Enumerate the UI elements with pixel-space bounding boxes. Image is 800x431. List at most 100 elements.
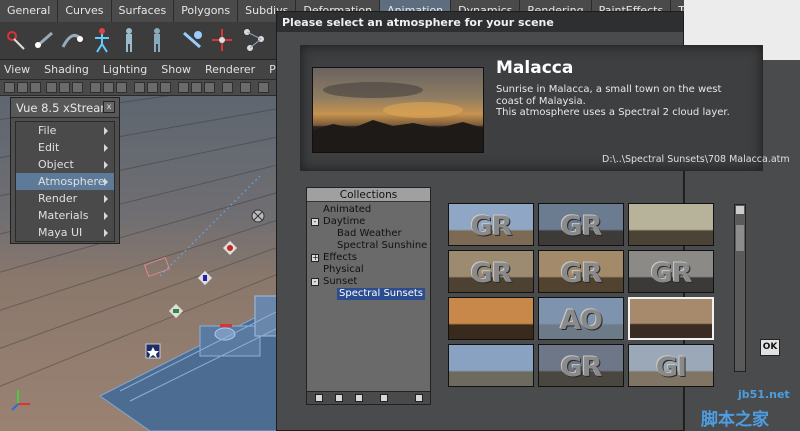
lighting-icon[interactable] [204, 82, 215, 93]
atmosphere-thumbnail[interactable] [628, 203, 714, 246]
submenu-arrow-icon [104, 229, 108, 237]
shelf-tab-curves[interactable]: Curves [58, 0, 112, 22]
tree-item-effects[interactable]: Effects [323, 252, 357, 264]
collapse-icon[interactable]: - [311, 278, 319, 286]
atmosphere-thumbnail[interactable]: GI [628, 344, 714, 387]
thumbnail-scrollbar[interactable] [734, 204, 746, 372]
atmosphere-thumbnail[interactable]: GR [448, 203, 534, 246]
atmosphere-thumbnail[interactable] [448, 344, 534, 387]
textured-icon[interactable] [191, 82, 202, 93]
wireframe-on-shaded-icon[interactable] [160, 82, 171, 93]
thumbnail-text: GR [470, 258, 513, 289]
lock-icon[interactable] [380, 394, 388, 402]
close-icon[interactable]: x [103, 101, 115, 113]
scroll-thumb[interactable] [736, 225, 744, 251]
gate-mask-icon[interactable] [103, 82, 114, 93]
vue-menu-item-label: Render [38, 192, 78, 205]
watermark-text: 脚本之家 [701, 410, 769, 430]
submenu-arrow-icon [104, 195, 108, 203]
wire-deformer-icon[interactable] [240, 25, 268, 55]
bookmark-icon[interactable] [30, 82, 41, 93]
field-chart-icon[interactable] [116, 82, 127, 93]
joint-tool-icon[interactable] [2, 25, 30, 55]
description-line-2: This atmosphere uses a Spectral 2 cloud … [496, 107, 730, 118]
vue-menu-item-label: Edit [38, 141, 60, 154]
ik-handle-icon[interactable] [30, 25, 58, 55]
tree-item-spectral-sunsets[interactable]: Spectral Sunsets [337, 288, 425, 300]
viewport-menu-renderer[interactable]: Renderer [205, 63, 255, 76]
tree-item-bad-weather[interactable]: Bad Weather [337, 228, 402, 240]
wireframe-icon[interactable] [134, 82, 145, 93]
camera-icon[interactable] [4, 82, 15, 93]
save-icon[interactable] [415, 394, 423, 402]
viewport-menu-view[interactable]: View [4, 63, 30, 76]
atmosphere-thumbnail[interactable] [628, 297, 714, 340]
atmosphere-file-path: D:\..\Spectral Sunsets\708 Malacca.atm [602, 154, 790, 165]
film-gate-icon[interactable] [72, 82, 83, 93]
new-collection-icon[interactable] [315, 394, 323, 402]
locator-marker [251, 209, 265, 223]
open-folder-icon[interactable] [355, 394, 363, 402]
shadows-icon[interactable] [222, 82, 233, 93]
flag-marker-blue [197, 270, 213, 286]
cluster-icon[interactable] [178, 25, 206, 55]
delete-collection-icon[interactable] [335, 394, 343, 402]
viewport-menu-lighting[interactable]: Lighting [103, 63, 147, 76]
vue-menu-item-atmosphere[interactable]: Atmosphere [16, 173, 114, 190]
thumbnail-text: GR [470, 211, 513, 242]
image-plane-icon[interactable] [46, 82, 57, 93]
dialog-title: Please select an atmosphere for your sce… [277, 12, 683, 32]
camera-attr-icon[interactable] [17, 82, 28, 93]
collections-header: Collections [307, 188, 430, 202]
watermark-url: jb51.net [738, 388, 790, 401]
vue-menu-item-render[interactable]: Render [16, 190, 114, 207]
atmosphere-thumbnail[interactable]: GR [538, 203, 624, 246]
vue-menu-item-label: Materials [38, 209, 89, 222]
ok-button[interactable]: OK [760, 339, 780, 356]
tree-item-spectral-sunshine[interactable]: Spectral Sunshine [337, 240, 427, 252]
grid-toggle-icon[interactable] [59, 82, 70, 93]
bind-skin-icon[interactable] [115, 25, 143, 55]
smooth-shade-icon[interactable] [147, 82, 158, 93]
tree-item-physical[interactable]: Physical [323, 264, 364, 276]
vue-menu-item-file[interactable]: File [16, 122, 114, 139]
resolution-gate-icon[interactable] [90, 82, 101, 93]
lattice-icon[interactable] [208, 25, 236, 55]
rope-line [159, 175, 261, 277]
atmosphere-thumbnail[interactable]: GR [628, 250, 714, 293]
vue-menu-item-label: Object [38, 158, 74, 171]
collections-panel: Collections Animated - Daytime Bad Weather S… [306, 187, 431, 405]
skeleton-figure-icon[interactable] [88, 25, 116, 55]
expand-icon[interactable]: + [311, 254, 319, 262]
shelf-tab-surfaces[interactable]: Surfaces [111, 0, 175, 22]
shelf-tab-general[interactable]: General [0, 0, 59, 22]
atmosphere-thumbnail[interactable]: GR [538, 250, 624, 293]
xray-icon[interactable] [178, 82, 189, 93]
vue-menu-item-edit[interactable]: Edit [16, 139, 114, 156]
vue-menu-title: Vue 8.5 xStream x [11, 98, 119, 118]
atmosphere-thumbnail[interactable] [448, 297, 534, 340]
viewport-menu-shading[interactable]: Shading [44, 63, 89, 76]
atmosphere-thumbnail[interactable]: AO [538, 297, 624, 340]
tree-item-animated[interactable]: Animated [323, 204, 371, 216]
thumbnail-text: GR [560, 258, 603, 289]
collapse-icon[interactable]: - [311, 218, 319, 226]
collections-toolbar [307, 391, 430, 404]
vue-menu-item-materials[interactable]: Materials [16, 207, 114, 224]
cube-view-icon[interactable] [258, 82, 269, 93]
vue-menu-item-object[interactable]: Object [16, 156, 114, 173]
viewport-menu-show[interactable]: Show [161, 63, 191, 76]
vue-menu-item-maya-ui[interactable]: Maya UI [16, 224, 114, 241]
vue-xstream-menu: Vue 8.5 xStream x File Edit Object Atmosphe… [10, 97, 120, 244]
atmosphere-thumbnail[interactable]: GR [448, 250, 534, 293]
ik-spline-icon[interactable] [58, 25, 86, 55]
atmosphere-thumbnail[interactable]: GR [538, 344, 624, 387]
tree-item-daytime[interactable]: Daytime [323, 216, 365, 228]
detach-skin-icon[interactable] [143, 25, 171, 55]
tree-item-sunset[interactable]: Sunset [323, 276, 357, 288]
axis-gizmo [11, 390, 30, 411]
thumbnail-text: GR [560, 211, 603, 242]
scroll-up-icon[interactable] [736, 206, 744, 214]
isolate-select-icon[interactable] [240, 82, 251, 93]
shelf-tab-polygons[interactable]: Polygons [174, 0, 239, 22]
